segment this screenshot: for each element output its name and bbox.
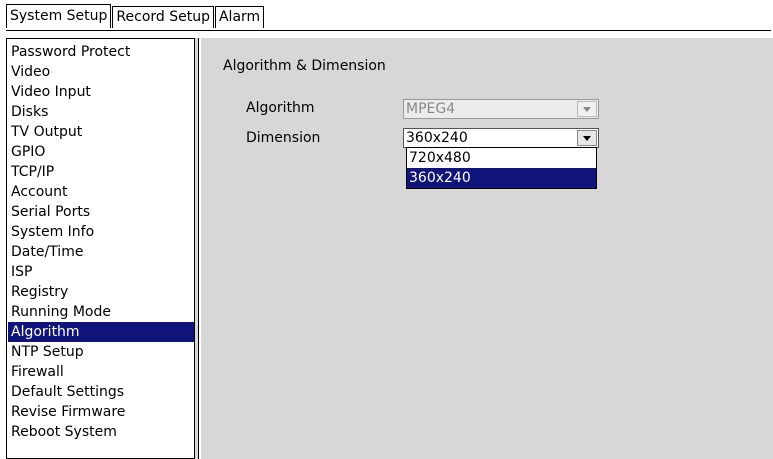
tab-bar: System Setup Record Setup Alarm	[6, 4, 265, 28]
sidebar: Password Protect Video Video Input Disks…	[6, 38, 194, 459]
sidebar-item-password-protect[interactable]: Password Protect	[8, 42, 194, 62]
chevron-down-icon	[583, 136, 591, 141]
tab-underline	[6, 30, 771, 31]
dimension-dropdown-list: 720x480 360x240	[406, 147, 597, 189]
sidebar-item-account[interactable]: Account	[8, 182, 194, 202]
tab-record-setup[interactable]: Record Setup	[112, 6, 214, 28]
dimension-select[interactable]: 360x240	[403, 128, 599, 148]
algorithm-dropdown-button[interactable]	[577, 101, 597, 117]
sidebar-item-registry[interactable]: Registry	[8, 282, 194, 302]
sidebar-item-isp[interactable]: ISP	[8, 262, 194, 282]
sidebar-item-system-info[interactable]: System Info	[8, 222, 194, 242]
dimension-select-value: 360x240	[406, 130, 468, 146]
sidebar-item-serial-ports[interactable]: Serial Ports	[8, 202, 194, 222]
algorithm-select-value: MPEG4	[406, 101, 456, 117]
chevron-down-icon	[583, 107, 591, 112]
tab-alarm[interactable]: Alarm	[214, 6, 265, 28]
algorithm-select[interactable]: MPEG4	[403, 99, 599, 119]
sidebar-item-video[interactable]: Video	[8, 62, 194, 82]
sidebar-list: Password Protect Video Video Input Disks…	[8, 42, 194, 442]
tab-system-setup[interactable]: System Setup	[6, 4, 112, 28]
dimension-option-720x480[interactable]: 720x480	[407, 148, 596, 168]
sidebar-item-gpio[interactable]: GPIO	[8, 142, 194, 162]
sidebar-item-algorithm[interactable]: Algorithm	[8, 322, 194, 342]
dimension-label: Dimension	[246, 130, 321, 146]
dimension-option-360x240[interactable]: 360x240	[407, 168, 596, 188]
sidebar-item-revise-firmware[interactable]: Revise Firmware	[8, 402, 194, 422]
sidebar-item-date-time[interactable]: Date/Time	[8, 242, 194, 262]
sidebar-item-video-input[interactable]: Video Input	[8, 82, 194, 102]
sidebar-item-tv-output[interactable]: TV Output	[8, 122, 194, 142]
sidebar-item-reboot-system[interactable]: Reboot System	[8, 422, 194, 442]
section-title: Algorithm & Dimension	[223, 58, 386, 74]
sidebar-item-running-mode[interactable]: Running Mode	[8, 302, 194, 322]
sidebar-item-disks[interactable]: Disks	[8, 102, 194, 122]
algorithm-label: Algorithm	[246, 100, 315, 116]
sidebar-item-default-settings[interactable]: Default Settings	[8, 382, 194, 402]
dimension-dropdown-button[interactable]	[577, 130, 597, 146]
sidebar-item-tcp-ip[interactable]: TCP/IP	[8, 162, 194, 182]
main-panel: Algorithm & Dimension Algorithm MPEG4 Di…	[199, 38, 773, 459]
sidebar-item-ntp-setup[interactable]: NTP Setup	[8, 342, 194, 362]
sidebar-item-firewall[interactable]: Firewall	[8, 362, 194, 382]
